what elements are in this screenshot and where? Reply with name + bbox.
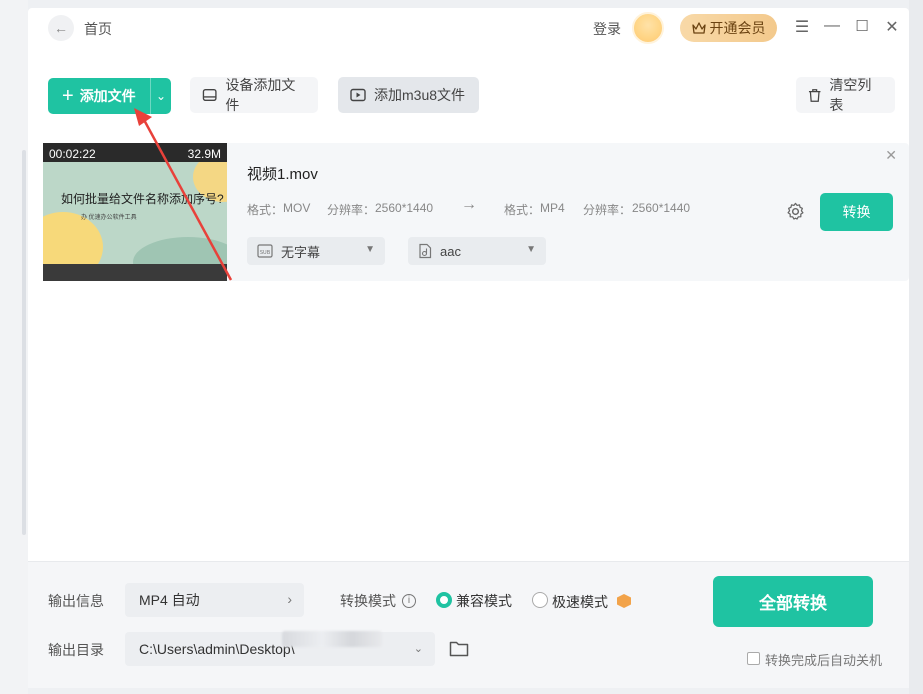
file-card: 如何批量给文件名称添加序号? 办 优速办公软件工具 00:02:22 32.9M… — [43, 143, 909, 281]
chevron-right-icon: › — [287, 591, 292, 607]
add-file-label: 添加文件 — [79, 88, 136, 104]
fast-mode-label[interactable]: 极速模式 — [552, 592, 608, 612]
source-format: MOV — [283, 201, 311, 215]
output-dir-label: 输出目录 — [48, 642, 104, 658]
auto-shutdown-checkbox[interactable] — [747, 652, 760, 665]
folder-icon[interactable] — [449, 640, 469, 657]
source-resolution-label: 分辨率： — [327, 203, 376, 217]
arrow-right-icon: → — [461, 196, 477, 213]
gear-icon[interactable] — [786, 202, 805, 221]
left-panel-strip — [0, 0, 28, 694]
svg-text:SUB: SUB — [260, 250, 271, 256]
vip-label: 开通会员 — [709, 20, 766, 36]
left-scrollbar[interactable] — [22, 150, 26, 535]
file-name: 视频1.mov — [247, 166, 318, 183]
drive-icon — [202, 89, 217, 101]
add-m3u8-button[interactable]: 添加m3u8文件 — [338, 77, 479, 113]
audio-icon — [419, 243, 432, 259]
source-format-label: 格式： — [247, 203, 284, 217]
audio-value: aac — [440, 243, 461, 259]
auto-shutdown-label[interactable]: 转换完成后自动关机 — [765, 650, 882, 669]
thumbnail-title: 如何批量给文件名称添加序号? — [61, 192, 224, 206]
info-icon[interactable]: i — [402, 594, 416, 608]
video-duration: 00:02:22 — [49, 147, 96, 161]
device-add-button[interactable]: 设备添加文件 — [190, 77, 318, 113]
target-format-label: 格式： — [504, 203, 541, 217]
redacted-path — [282, 631, 382, 647]
menu-icon[interactable]: ☰ — [792, 17, 812, 37]
clear-list-label: 清空列表 — [829, 77, 872, 113]
compatible-mode-label[interactable]: 兼容模式 — [456, 591, 512, 611]
video-thumbnail[interactable]: 如何批量给文件名称添加序号? 办 优速办公软件工具 00:02:22 32.9M — [43, 143, 227, 281]
convert-button[interactable]: 转换 — [820, 193, 893, 231]
subtitle-select[interactable]: SUB 无字幕 ▼ — [247, 237, 385, 265]
chevron-down-icon[interactable]: ⌄ — [151, 89, 171, 103]
source-resolution: 2560*1440 — [375, 201, 434, 215]
title-bar: ← 首页 登录 开通会员 ☰ — ☐ ✕ — [28, 8, 909, 48]
clear-list-button[interactable]: 清空列表 — [796, 77, 895, 113]
play-icon — [350, 88, 366, 102]
avatar[interactable] — [632, 12, 664, 44]
maximize-icon[interactable]: ☐ — [852, 17, 872, 35]
thumbnail-subtitle: 办 优速办公软件工具 — [81, 215, 137, 221]
chevron-down-icon: ▼ — [526, 244, 536, 255]
convert-all-button[interactable]: 全部转换 — [713, 576, 873, 627]
arrow-left-icon: ← — [54, 20, 68, 36]
thumbnail-bottom-bar — [43, 264, 227, 281]
subtitle-icon: SUB — [257, 244, 273, 258]
compatible-mode-radio[interactable] — [436, 592, 452, 608]
output-dir-select[interactable]: C:\Users\admin\Desktop\ ⌄ — [125, 632, 435, 666]
fast-mode-radio[interactable] — [532, 592, 548, 608]
output-format-select[interactable]: MP4 自动 › — [125, 583, 304, 617]
target-resolution-label: 分辨率： — [583, 203, 632, 217]
add-file-button[interactable]: + 添加文件 ⌄ — [48, 78, 171, 114]
chevron-down-icon: ⌄ — [413, 643, 423, 655]
close-icon[interactable]: ✕ — [882, 17, 902, 37]
login-link[interactable]: 登录 — [593, 19, 621, 39]
add-m3u8-label: 添加m3u8文件 — [374, 87, 466, 103]
chevron-down-icon: ▼ — [365, 244, 375, 255]
target-resolution: 2560*1440 — [632, 201, 691, 215]
subtitle-value: 无字幕 — [281, 244, 321, 260]
mode-label: 转换模式 — [340, 593, 396, 609]
vip-button[interactable]: 开通会员 — [680, 14, 777, 42]
audio-select[interactable]: aac ▼ — [408, 237, 546, 265]
device-add-label: 设备添加文件 — [225, 77, 296, 113]
thumbnail-frame: 如何批量给文件名称添加序号? 办 优速办公软件工具 — [43, 162, 227, 264]
crown-icon — [691, 22, 706, 34]
output-dir-value: C:\Users\admin\Desktop\ — [139, 641, 295, 657]
video-size: 32.9M — [187, 147, 221, 161]
target-format: MP4 — [540, 201, 565, 215]
output-format-value: MP4 自动 — [139, 592, 200, 608]
minimize-icon[interactable]: — — [822, 17, 842, 35]
right-panel-strip — [909, 0, 923, 694]
plus-icon: + — [62, 85, 74, 107]
back-button[interactable]: ← — [48, 15, 74, 41]
remove-file-icon[interactable]: ✕ — [885, 147, 897, 164]
add-file-main[interactable]: + 添加文件 — [48, 86, 150, 106]
trash-icon — [808, 88, 821, 102]
page-title: 首页 — [84, 21, 112, 37]
output-info-label: 输出信息 — [48, 593, 104, 609]
